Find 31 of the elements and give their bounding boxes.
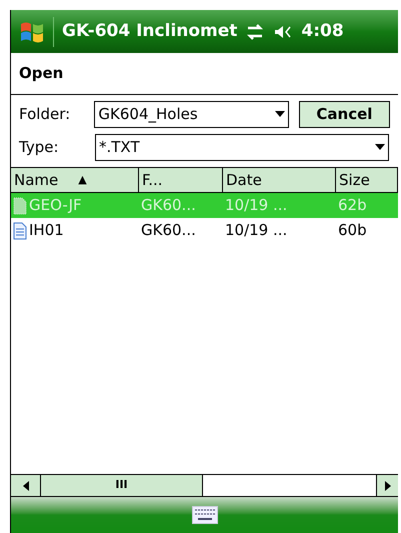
document-icon	[13, 196, 27, 214]
dialog-title: Open	[19, 63, 64, 84]
cancel-button[interactable]: Cancel	[298, 100, 390, 128]
document-icon	[13, 222, 27, 240]
table-cell-text: 10/19 ...	[225, 195, 288, 216]
keyboard-icon[interactable]	[192, 506, 218, 524]
table-cell-text: 10/19 ...	[225, 220, 288, 242]
horizontal-scrollbar[interactable]: III	[11, 474, 398, 497]
table-cell-text: GK60...	[141, 195, 196, 216]
column-header[interactable]: Name ▲	[11, 168, 139, 192]
column-header[interactable]: F...	[139, 168, 223, 192]
table-cell-text: 62b	[338, 195, 367, 216]
app-title: GK-604 Inclinomet	[62, 20, 238, 43]
connection-arrows-icon	[245, 22, 266, 40]
scroll-right-icon[interactable]	[376, 475, 398, 496]
type-dropdown[interactable]: *.TXT	[95, 134, 389, 160]
scroll-thumb-grip[interactable]: III	[115, 477, 128, 494]
scroll-left-icon[interactable]	[11, 475, 41, 496]
column-header[interactable]: Date	[223, 168, 336, 192]
clock: 4:08	[301, 20, 344, 43]
table-cell-text: 60b	[338, 220, 367, 242]
windows-logo-icon	[19, 20, 45, 44]
column-header[interactable]: Size	[336, 168, 398, 192]
table-cell-text: GEO-JF	[29, 195, 82, 216]
dropdown-arrow-icon	[375, 144, 385, 150]
dropdown-arrow-icon	[274, 111, 285, 117]
folder-dropdown[interactable]: GK604_Holes	[94, 100, 289, 128]
table-cell-text: IH01	[29, 220, 64, 242]
table-cell-text: GK60...	[141, 220, 196, 242]
folder-label: Folder:	[19, 104, 72, 125]
type-label: Type:	[19, 136, 60, 158]
